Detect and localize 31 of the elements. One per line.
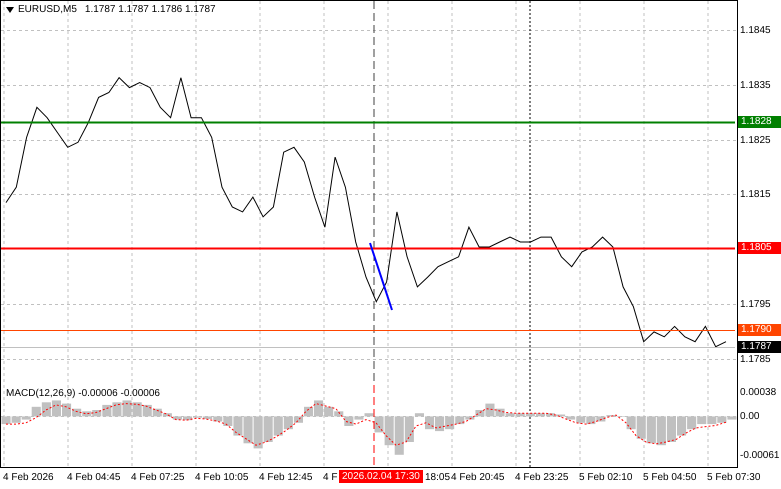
quote-values: 1.1787 1.1787 1.1786 1.1787 bbox=[84, 4, 216, 15]
time-label: 5 Feb 07:30 bbox=[707, 472, 760, 483]
indicator-tick-label: -0.00061 bbox=[740, 450, 780, 462]
time-label: 4 Feb 10:05 bbox=[195, 472, 248, 483]
indicator-tick-label: 0.00038 bbox=[740, 387, 776, 398]
cursor-time-label: 2026.02.04 17:30 bbox=[339, 470, 423, 483]
price-tick-label: 1.1785 bbox=[740, 354, 771, 365]
price-tick-label: 1.1835 bbox=[740, 80, 771, 91]
time-label: 5 Feb 04:50 bbox=[643, 472, 696, 483]
time-label: 4 Feb 23:25 bbox=[515, 472, 568, 483]
price-tick-label: 1.1795 bbox=[740, 298, 771, 310]
time-label: 4 Feb 12:45 bbox=[259, 472, 312, 483]
price-tag: 1.1828 bbox=[738, 116, 781, 128]
price-tag: 1.1805 bbox=[738, 242, 781, 254]
time-label: 4 Feb 04:45 bbox=[67, 472, 120, 483]
indicator-tick-label: 0.00 bbox=[740, 411, 760, 422]
time-label: 5 Feb 02:10 bbox=[579, 472, 632, 483]
symbol-label: EURUSD,M5 bbox=[18, 4, 77, 15]
price-tick-label: 1.1815 bbox=[740, 189, 771, 200]
price-tick-label: 1.1845 bbox=[740, 25, 771, 36]
indicator-label: MACD(12,26,9) -0.00006 -0.00006 bbox=[6, 388, 160, 399]
price-tick-label: 1.1825 bbox=[740, 134, 771, 146]
dropdown-triangle-icon bbox=[6, 6, 14, 12]
price-tag: 1.1790 bbox=[738, 324, 781, 336]
time-label: 4 Feb 2026 bbox=[3, 472, 54, 483]
time-label: 4 Feb 20:45 bbox=[451, 472, 504, 483]
price-tag: 1.1787 bbox=[738, 340, 781, 353]
time-label: 18:05 bbox=[425, 472, 450, 483]
time-label: 4 F bbox=[323, 472, 338, 483]
trend-line bbox=[369, 242, 393, 310]
time-label: 4 Feb 07:25 bbox=[131, 472, 184, 483]
